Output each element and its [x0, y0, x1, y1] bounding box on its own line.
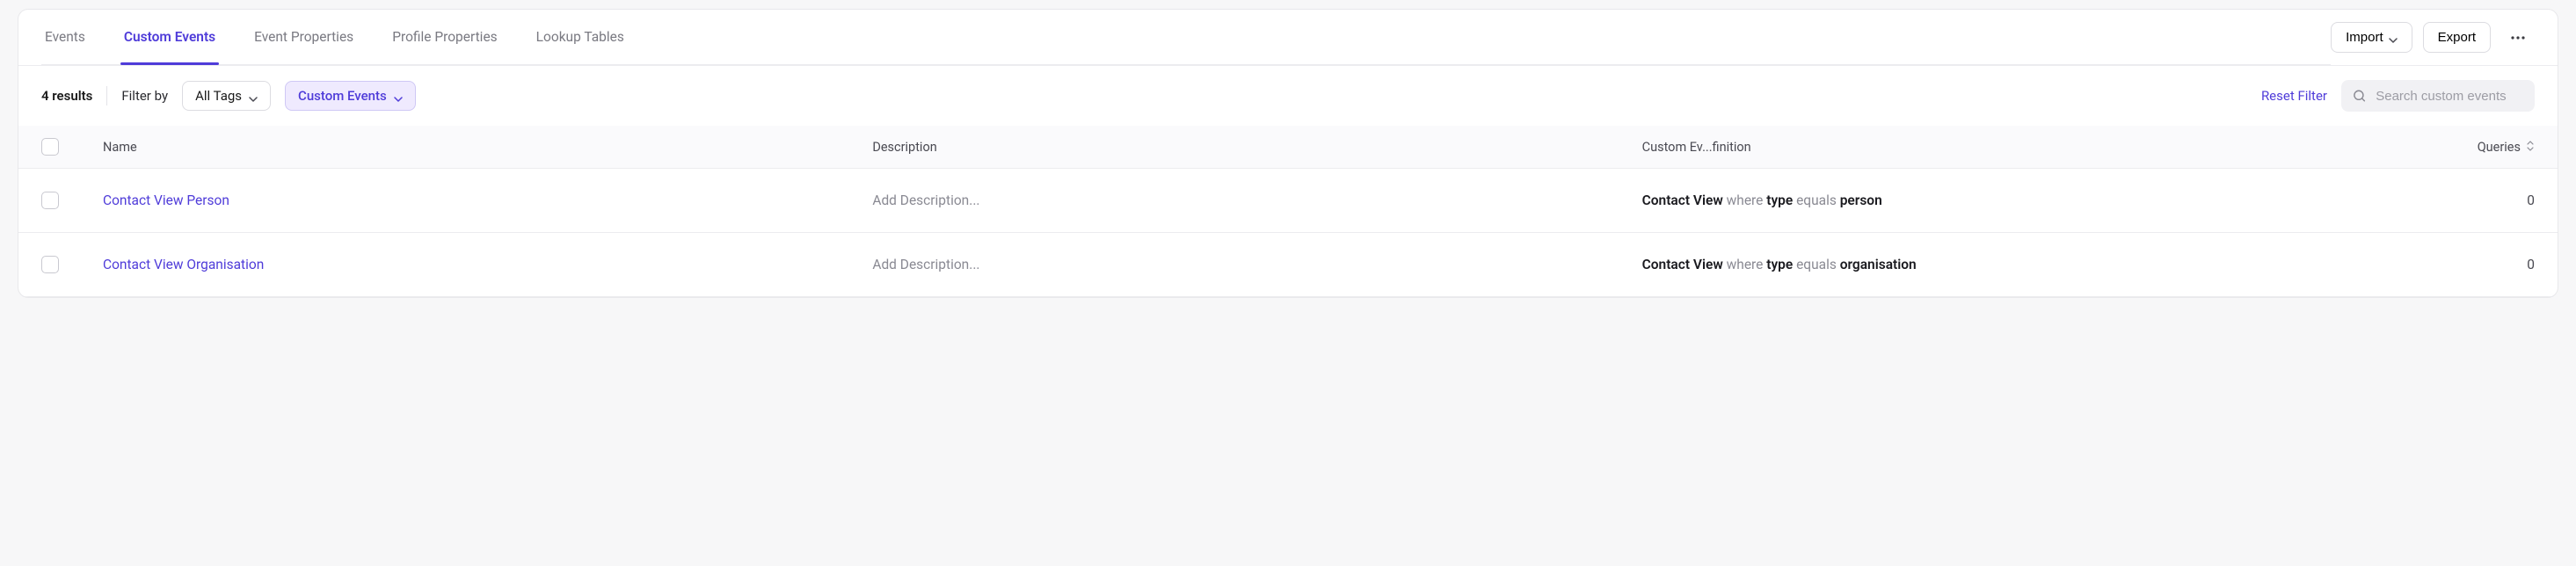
def-value: person [1840, 192, 1882, 208]
main-panel: Events Custom Events Event Properties Pr… [18, 9, 2558, 298]
def-equals: equals [1796, 257, 1837, 272]
filter-by-label: Filter by [121, 88, 168, 104]
def-where: where [1727, 257, 1764, 272]
tab-event-properties[interactable]: Event Properties [251, 10, 357, 64]
col-definition[interactable]: Custom Ev...finition [1642, 138, 2412, 156]
row-select-cell [41, 256, 103, 273]
def-event: Contact View [1642, 192, 1723, 208]
filter-bar: 4 results Filter by All Tags Custom Even… [18, 66, 2558, 126]
queries-cell: 0 [2412, 257, 2535, 272]
import-button[interactable]: Import [2331, 22, 2412, 53]
import-label: Import [2346, 30, 2383, 45]
chevron-down-icon [2389, 33, 2398, 42]
header-actions: Import Export [2331, 21, 2535, 54]
search-icon [2352, 87, 2367, 105]
custom-events-filter-chip[interactable]: Custom Events [285, 81, 416, 111]
chevron-down-icon [394, 91, 403, 100]
reset-filter-link[interactable]: Reset Filter [2261, 88, 2327, 104]
tabs-nav: Events Custom Events Event Properties Pr… [41, 10, 2331, 65]
def-prop: type [1766, 192, 1793, 208]
tab-profile-properties[interactable]: Profile Properties [389, 10, 500, 64]
results-count: 4 results [41, 88, 92, 104]
custom-events-chip-label: Custom Events [298, 88, 387, 104]
description-input[interactable]: Add Description... [872, 257, 1641, 272]
divider [106, 86, 107, 105]
search-input[interactable] [2376, 89, 2524, 104]
description-input[interactable]: Add Description... [872, 192, 1641, 208]
col-name[interactable]: Name [103, 138, 872, 156]
sort-icon [2526, 140, 2535, 155]
queries-cell: 0 [2412, 192, 2535, 208]
definition-cell: Contact View where type equals person [1642, 192, 2412, 208]
table-header: Name Description Custom Ev...finition Qu… [18, 126, 2558, 169]
tab-custom-events[interactable]: Custom Events [120, 10, 219, 64]
def-value: organisation [1840, 257, 1917, 272]
def-event: Contact View [1642, 257, 1723, 272]
all-tags-label: All Tags [195, 88, 242, 104]
col-queries[interactable]: Queries [2412, 138, 2535, 156]
table-row: Contact View Person Add Description... C… [18, 169, 2558, 233]
more-horizontal-icon [2509, 29, 2527, 47]
tab-lookup-tables[interactable]: Lookup Tables [533, 10, 628, 64]
more-menu-button[interactable] [2501, 21, 2535, 54]
export-button[interactable]: Export [2423, 22, 2491, 53]
select-all-checkbox[interactable] [41, 138, 59, 156]
row-checkbox[interactable] [41, 192, 59, 209]
def-equals: equals [1796, 192, 1837, 208]
table-row: Contact View Organisation Add Descriptio… [18, 233, 2558, 297]
event-name-link[interactable]: Contact View Organisation [103, 257, 872, 272]
export-label: Export [2438, 30, 2476, 45]
search-box[interactable] [2341, 80, 2535, 112]
col-queries-label: Queries [2478, 140, 2521, 155]
tab-events[interactable]: Events [41, 10, 89, 64]
row-select-cell [41, 192, 103, 209]
col-description[interactable]: Description [872, 138, 1641, 156]
select-all-cell [41, 138, 103, 156]
definition-cell: Contact View where type equals organisat… [1642, 257, 2412, 272]
def-where: where [1727, 192, 1764, 208]
all-tags-dropdown[interactable]: All Tags [182, 81, 271, 111]
event-name-link[interactable]: Contact View Person [103, 192, 872, 208]
chevron-down-icon [249, 91, 258, 100]
def-prop: type [1766, 257, 1793, 272]
tabs-row: Events Custom Events Event Properties Pr… [18, 10, 2558, 66]
row-checkbox[interactable] [41, 256, 59, 273]
